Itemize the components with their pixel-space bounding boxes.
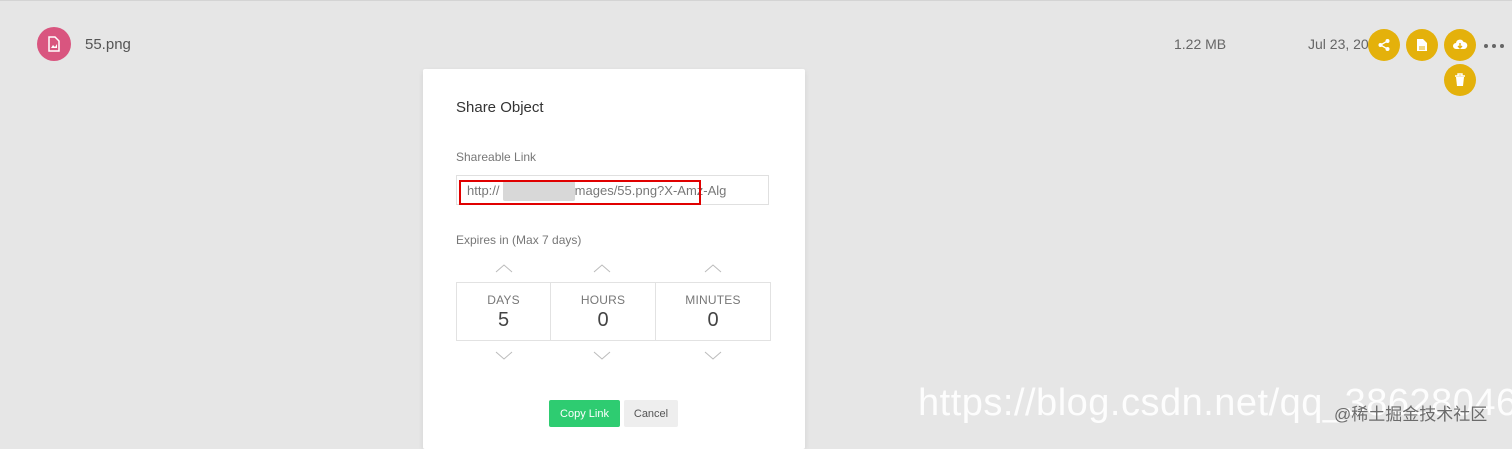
top-divider <box>0 0 1512 1</box>
share-object-dialog: Share Object Shareable Link Expires in (… <box>423 69 805 449</box>
delete-button[interactable] <box>1444 64 1476 96</box>
minutes-decrease-icon[interactable] <box>704 351 722 361</box>
share-button[interactable] <box>1368 29 1400 61</box>
minutes-value: 0 <box>707 309 719 331</box>
file-name[interactable]: 55.png <box>85 36 131 53</box>
expires-label: Expires in (Max 7 days) <box>456 233 582 247</box>
days-counter[interactable]: DAYS 5 <box>457 283 550 340</box>
file-size: 1.22 MB <box>1174 36 1227 52</box>
cloud-download-icon <box>1453 39 1468 49</box>
days-label: DAYS <box>487 293 520 307</box>
minutes-increase-icon[interactable] <box>704 263 722 273</box>
file-icon <box>1417 39 1427 51</box>
file-row[interactable]: 55.png 1.22 MB Jul 23, 20 <box>0 22 1512 68</box>
preview-button[interactable] <box>1406 29 1438 61</box>
days-increase-icon[interactable] <box>495 263 513 273</box>
file-date: Jul 23, 20 <box>1308 36 1369 52</box>
dialog-title: Share Object <box>456 99 544 116</box>
hours-value: 0 <box>597 309 609 331</box>
hours-label: HOURS <box>580 293 626 307</box>
share-icon <box>1378 39 1390 51</box>
minutes-counter[interactable]: MINUTES 0 <box>655 283 770 340</box>
shareable-link-label: Shareable Link <box>456 150 537 164</box>
expiry-counter: DAYS 5 HOURS 0 MINUTES 0 <box>456 282 771 341</box>
hours-decrease-icon[interactable] <box>593 351 611 361</box>
more-options-icon[interactable] <box>1484 43 1504 49</box>
download-button[interactable] <box>1444 29 1476 61</box>
trash-icon <box>1455 73 1465 86</box>
cancel-button[interactable]: Cancel <box>624 400 678 427</box>
redacted-host <box>503 181 575 201</box>
days-value: 5 <box>497 309 510 331</box>
days-decrease-icon[interactable] <box>495 351 513 361</box>
site-watermark: @稀土掘金技术社区 <box>1334 405 1488 424</box>
minutes-label: MINUTES <box>685 293 741 307</box>
hours-counter[interactable]: HOURS 0 <box>550 283 655 340</box>
image-file-icon <box>37 27 71 61</box>
hours-increase-icon[interactable] <box>593 263 611 273</box>
copy-link-button[interactable]: Copy Link <box>549 400 620 427</box>
